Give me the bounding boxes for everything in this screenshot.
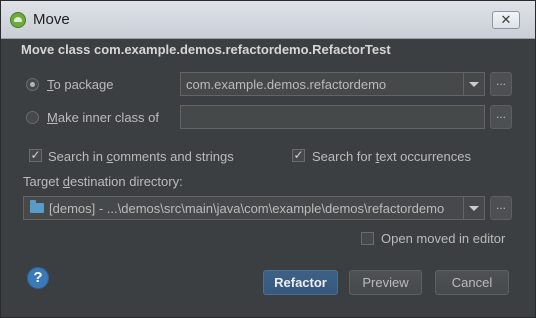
chevron-down-icon[interactable] <box>463 197 484 219</box>
dialog-heading: Move class com.example.demos.refactordem… <box>21 42 391 57</box>
help-icon: ? <box>33 269 43 286</box>
android-studio-icon <box>10 12 26 28</box>
package-value: com.example.demos.refactordemo <box>186 77 387 92</box>
title-bar: Move ✕ <box>1 1 535 39</box>
chevron-down-icon[interactable] <box>463 73 484 95</box>
inner-class-field[interactable] <box>180 105 485 129</box>
to-package-radio[interactable] <box>26 78 39 91</box>
close-button[interactable]: ✕ <box>492 11 520 29</box>
target-directory-combo[interactable]: [demos] - ...\demos\src\main\java\com\ex… <box>23 196 485 220</box>
to-package-label: To package <box>47 77 114 92</box>
window-title: Move <box>33 11 70 28</box>
preview-button[interactable]: Preview <box>349 270 422 295</box>
search-text-label: Search for text occurrences <box>312 149 471 164</box>
refactor-button[interactable]: Refactor <box>263 270 338 295</box>
dialog-content: Move class com.example.demos.refactordem… <box>1 39 535 317</box>
target-browse-button[interactable]: ... <box>490 196 512 220</box>
open-in-editor-label: Open moved in editor <box>381 231 506 246</box>
inner-class-label: Make inner class of <box>47 110 160 125</box>
inner-class-browse-button[interactable]: ... <box>490 105 512 129</box>
help-button[interactable]: ? <box>27 267 49 289</box>
target-directory-label: Target destination directory: <box>23 174 183 189</box>
inner-class-radio[interactable] <box>26 111 39 124</box>
search-text-checkbox[interactable]: ✓ <box>292 149 305 162</box>
search-comments-checkbox[interactable]: ✓ <box>29 149 42 162</box>
package-combo[interactable]: com.example.demos.refactordemo <box>180 72 485 96</box>
open-in-editor-checkbox[interactable] <box>361 232 374 245</box>
cancel-button[interactable]: Cancel <box>435 270 509 295</box>
target-directory-value: [demos] - ...\demos\src\main\java\com\ex… <box>49 201 445 216</box>
folder-icon <box>30 200 44 213</box>
close-icon: ✕ <box>500 12 512 27</box>
move-dialog: Move ✕ Move class com.example.demos.refa… <box>0 0 536 318</box>
package-browse-button[interactable]: ... <box>490 72 512 96</box>
search-comments-label: Search in comments and strings <box>48 149 234 164</box>
